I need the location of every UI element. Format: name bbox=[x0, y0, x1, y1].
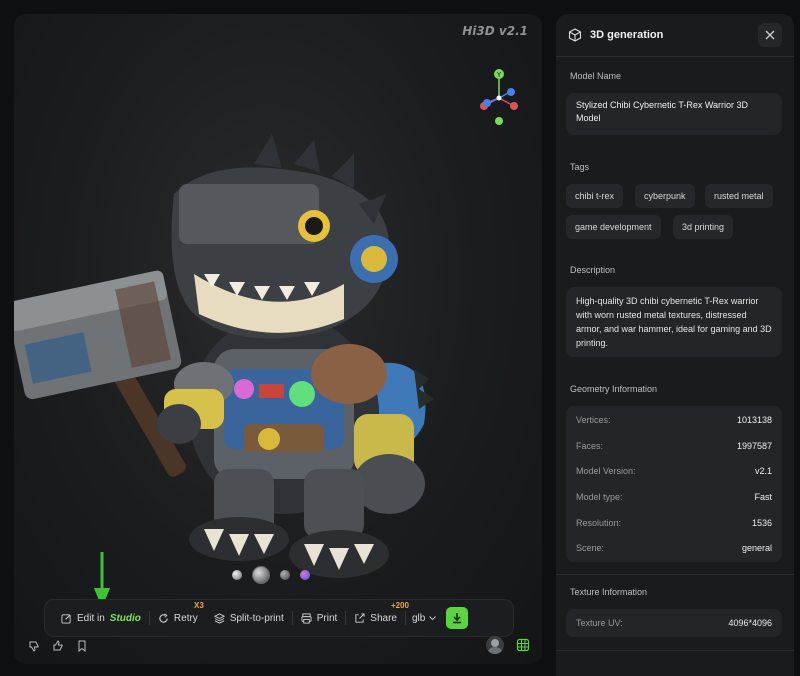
info-row: Model type: Fast bbox=[576, 487, 772, 507]
share-button[interactable]: Share +200 bbox=[346, 600, 409, 636]
info-row: Texture UV: 4096*4096 bbox=[576, 613, 772, 633]
info-row: Scene: general bbox=[576, 538, 772, 558]
description-field: High-quality 3D chibi cybernetic T-Rex w… bbox=[566, 287, 782, 357]
model-name-label: Model Name bbox=[570, 71, 622, 81]
tag-chip[interactable]: cyberpunk bbox=[635, 184, 695, 208]
retry-icon bbox=[159, 613, 168, 623]
texture-info-card: Texture UV: 4096*4096 bbox=[566, 609, 782, 637]
feedback-actions bbox=[28, 640, 88, 652]
info-value: 4096*4096 bbox=[728, 618, 772, 628]
avatar[interactable] bbox=[486, 636, 504, 654]
texture-info-label: Texture Information bbox=[570, 587, 648, 597]
thumbs-up-icon[interactable] bbox=[52, 640, 64, 652]
cube-icon bbox=[568, 28, 582, 42]
header-divider bbox=[556, 56, 794, 57]
generation-details-panel: 3D generation Model Name Stylized Chibi … bbox=[556, 14, 794, 676]
model-viewer[interactable]: Hi3D v2.1 Y Edit in Studio Retry X3 Spli… bbox=[14, 14, 542, 664]
action-toolbar: Edit in Studio Retry X3 Split-to-print P… bbox=[44, 599, 514, 637]
version-label: Hi3D v2.1 bbox=[462, 24, 528, 38]
info-key: Scene: bbox=[576, 543, 605, 553]
studio-label: Studio bbox=[109, 612, 141, 624]
view-mode-dots[interactable] bbox=[232, 566, 310, 584]
info-value: Fast bbox=[754, 492, 772, 502]
retry-count-badge: X3 bbox=[194, 601, 204, 610]
tag-chip[interactable]: 3d printing bbox=[673, 215, 734, 239]
retry-button[interactable]: Retry X3 bbox=[150, 600, 206, 636]
geometry-info-card: Vertices: 1013138 Faces: 1997587 Model Ver… bbox=[566, 406, 782, 562]
bookmark-icon[interactable] bbox=[76, 640, 88, 652]
format-select[interactable]: glb bbox=[406, 613, 442, 624]
description-value: High-quality 3D chibi cybernetic T-Rex w… bbox=[576, 296, 772, 348]
section-divider bbox=[556, 650, 794, 651]
edit-label: Edit in bbox=[77, 612, 105, 624]
split-to-print-button[interactable]: Split-to-print bbox=[206, 600, 292, 636]
info-key: Vertices: bbox=[576, 415, 611, 425]
download-button[interactable] bbox=[446, 607, 469, 629]
info-key: Model type: bbox=[576, 492, 623, 502]
geometry-info-label: Geometry Information bbox=[570, 384, 658, 394]
info-value: general bbox=[741, 543, 772, 553]
model-name-value: Stylized Chibi Cybernetic T-Rex Warrior … bbox=[576, 100, 749, 123]
info-row: Resolution: 1536 bbox=[576, 513, 772, 533]
split-label: Split-to-print bbox=[229, 612, 284, 624]
info-row: Faces: 1997587 bbox=[576, 436, 772, 456]
info-key: Model Version: bbox=[576, 466, 636, 476]
tags-label: Tags bbox=[570, 162, 590, 172]
section-divider bbox=[556, 574, 794, 575]
chevron-down-icon bbox=[429, 615, 437, 620]
view-mode-dot[interactable] bbox=[280, 570, 290, 580]
description-label: Description bbox=[570, 265, 616, 275]
share-reward-badge: +200 bbox=[390, 601, 409, 610]
close-icon bbox=[765, 30, 775, 40]
edit-in-studio-button[interactable]: Edit in Studio bbox=[53, 600, 149, 636]
thumbs-down-icon[interactable] bbox=[28, 640, 40, 652]
info-value: v2.1 bbox=[754, 466, 772, 476]
axis-gizmo[interactable]: Y bbox=[474, 56, 524, 128]
info-value: 1997587 bbox=[736, 441, 772, 451]
format-value: glb bbox=[411, 612, 426, 624]
info-value: 1536 bbox=[751, 518, 772, 528]
print-label: Print bbox=[316, 612, 338, 624]
ar-view-icon[interactable] bbox=[516, 638, 530, 652]
print-icon bbox=[301, 612, 312, 624]
close-button[interactable] bbox=[758, 23, 782, 47]
gizmo-y-label: Y bbox=[496, 71, 502, 79]
info-key: Faces: bbox=[576, 441, 604, 451]
view-mode-dot[interactable] bbox=[300, 570, 310, 580]
model-name-field: Stylized Chibi Cybernetic T-Rex Warrior … bbox=[566, 93, 782, 135]
retry-label: Retry bbox=[173, 612, 198, 624]
edit-icon bbox=[61, 613, 71, 624]
info-row: Vertices: 1013138 bbox=[576, 410, 772, 430]
info-value: 1013138 bbox=[736, 415, 772, 425]
tag-chip[interactable]: rusted metal bbox=[705, 184, 773, 208]
view-mode-dot[interactable] bbox=[232, 570, 242, 580]
tag-chip[interactable]: game development bbox=[566, 215, 661, 239]
model-preview-image bbox=[14, 134, 434, 578]
tag-chip[interactable]: chibi t-rex bbox=[566, 184, 624, 208]
panel-title: 3D generation bbox=[590, 29, 664, 41]
print-button[interactable]: Print bbox=[293, 600, 346, 636]
download-icon bbox=[453, 613, 462, 624]
share-icon bbox=[355, 612, 365, 623]
view-mode-dot[interactable] bbox=[252, 566, 270, 584]
split-icon bbox=[213, 612, 225, 624]
info-row: Model Version: v2.1 bbox=[576, 461, 772, 481]
share-label: Share bbox=[370, 612, 397, 624]
info-key: Resolution: bbox=[576, 518, 622, 528]
info-key: Texture UV: bbox=[576, 618, 623, 628]
